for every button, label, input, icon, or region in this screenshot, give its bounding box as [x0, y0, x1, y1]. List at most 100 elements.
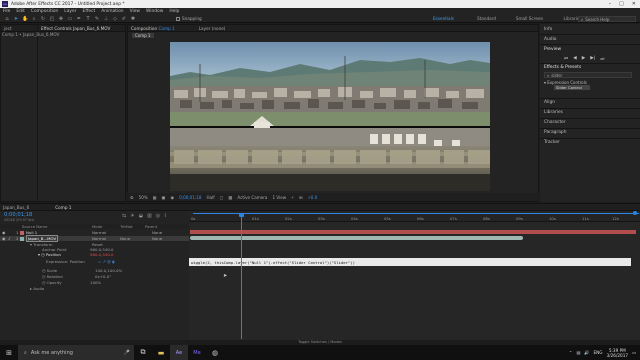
- clone-stamp-tool-icon[interactable]: ⊥: [103, 16, 109, 22]
- flowchart-icon[interactable]: ⊞: [299, 195, 302, 200]
- visibility-eye-icon[interactable]: ◉: [2, 236, 5, 241]
- shy-layers-icon[interactable]: ◒: [139, 213, 143, 219]
- home-icon[interactable]: ⌂: [4, 16, 10, 22]
- tab-project[interactable]: ject: [4, 26, 12, 31]
- menu-window[interactable]: Window: [146, 9, 163, 14]
- volume-icon[interactable]: 🔊: [584, 350, 589, 356]
- layer-mode-dropdown[interactable]: Normal: [92, 236, 106, 241]
- cortana-search-box[interactable]: ⌕ Ask me anything 🎤: [18, 345, 134, 360]
- opacity-property[interactable]: ◷ Opacity: [42, 280, 62, 285]
- composition-viewer[interactable]: [170, 42, 490, 191]
- menu-animation[interactable]: Animation: [101, 9, 123, 14]
- windows-start-icon[interactable]: ⊞: [0, 345, 18, 360]
- menu-layer[interactable]: Layer: [64, 9, 76, 14]
- col-trkmat[interactable]: TrkMat: [120, 224, 133, 229]
- views-dropdown[interactable]: 1 View: [272, 195, 286, 200]
- type-tool-icon[interactable]: T: [85, 16, 91, 22]
- frame-blending-icon[interactable]: ▥: [147, 213, 152, 219]
- opacity-value[interactable]: 100%: [90, 280, 101, 285]
- fast-preview-icon[interactable]: ⚡: [291, 195, 294, 200]
- panel-character[interactable]: Character: [544, 120, 566, 125]
- notifications-icon[interactable]: ▭: [632, 350, 636, 355]
- layer-label-color[interactable]: [20, 236, 24, 241]
- work-area-bar[interactable]: [193, 213, 639, 214]
- layer-row-footage[interactable]: ◉ ♪ 2 Japan_B...MOV Normal None None: [0, 235, 189, 242]
- effect-slider-control[interactable]: Slider Control: [554, 85, 590, 90]
- layer-trkmat-dropdown[interactable]: None: [120, 236, 130, 241]
- menu-composition[interactable]: Composition: [31, 9, 58, 14]
- close-icon[interactable]: ✕: [632, 1, 636, 7]
- expression-language-menu-icon[interactable]: ◐: [112, 259, 115, 264]
- layer-name[interactable]: Japan_B...MOV: [26, 235, 59, 242]
- camera-dropdown[interactable]: Active Camera: [237, 195, 267, 200]
- col-mode[interactable]: Mode: [92, 224, 102, 229]
- selection-tool-icon[interactable]: ➤: [13, 16, 19, 22]
- layer-parent-dropdown[interactable]: None: [152, 236, 162, 241]
- media-encoder-taskbar-icon[interactable]: Me: [188, 345, 206, 360]
- roi-icon[interactable]: ▢: [220, 195, 224, 200]
- layer-mode-dropdown[interactable]: Normal: [92, 230, 106, 235]
- position-property[interactable]: ▾ ◷ Position: [38, 252, 61, 257]
- composition-mini-flowchart-icon[interactable]: ⇆: [122, 213, 126, 219]
- minimize-icon[interactable]: –: [609, 1, 612, 7]
- panel-effects-presets[interactable]: Effects & Presets: [544, 65, 581, 70]
- panel-audio[interactable]: Audio: [544, 37, 556, 42]
- scale-property[interactable]: ◷ Scale: [42, 268, 57, 273]
- app-taskbar-icon[interactable]: ◍: [206, 345, 224, 360]
- region-icon[interactable]: ▣: [162, 195, 166, 200]
- snapshot-icon[interactable]: ◉: [171, 195, 175, 200]
- next-frame-icon[interactable]: ▶|: [590, 56, 595, 62]
- zoom-tool-icon[interactable]: ⌕: [31, 16, 37, 22]
- file-explorer-icon[interactable]: ▬: [152, 345, 170, 360]
- expression-editor-field[interactable]: wiggle(2, thisComp.layer("Null 1").effec…: [189, 258, 631, 266]
- resolution-dropdown[interactable]: Half: [206, 195, 214, 200]
- menu-view[interactable]: View: [130, 9, 140, 14]
- layer-label-color[interactable]: [20, 230, 24, 235]
- task-view-icon[interactable]: ⧉: [134, 345, 152, 360]
- panel-libraries[interactable]: Libraries: [544, 110, 563, 115]
- snapping-checkbox[interactable]: [176, 16, 180, 21]
- eraser-tool-icon[interactable]: ◇: [112, 16, 118, 22]
- visibility-eye-icon[interactable]: ◉: [2, 230, 5, 235]
- rectangle-tool-icon[interactable]: ▭: [67, 16, 73, 22]
- layer-bar-footage[interactable]: [190, 236, 523, 240]
- viewer-timecode[interactable]: 0;00;01;18: [179, 195, 201, 200]
- tab-timeline-comp[interactable]: Comp 1: [55, 205, 71, 210]
- panel-tracker[interactable]: Tracker: [544, 140, 560, 145]
- maximize-icon[interactable]: □: [619, 1, 624, 7]
- current-time-indicator[interactable]: [241, 213, 242, 339]
- always-preview-icon[interactable]: ⚙: [130, 195, 134, 200]
- menu-file[interactable]: File: [3, 9, 10, 14]
- tab-composition[interactable]: Composition Comp 1: [131, 26, 175, 31]
- menu-help[interactable]: Help: [169, 9, 179, 14]
- brush-tool-icon[interactable]: ✎: [94, 16, 100, 22]
- magnification-dropdown[interactable]: 50%: [139, 195, 148, 200]
- position-value[interactable]: 960.0,540.0: [90, 252, 114, 257]
- motion-blur-icon[interactable]: ◎: [156, 213, 160, 219]
- network-icon[interactable]: ▤: [576, 350, 580, 355]
- exposure-value[interactable]: +0.0: [307, 195, 317, 200]
- rotation-property[interactable]: ◷ Rotation: [42, 274, 63, 279]
- after-effects-taskbar-icon[interactable]: Ae: [170, 345, 188, 360]
- hand-tool-icon[interactable]: ✋: [22, 16, 28, 22]
- grid-icon[interactable]: ▦: [153, 195, 157, 200]
- search-help-field[interactable]: ⌕ Search Help: [578, 16, 636, 22]
- rotate-tool-icon[interactable]: ↻: [40, 16, 46, 22]
- transparency-grid-icon[interactable]: ▩: [229, 195, 233, 200]
- audio-group[interactable]: ▸ Audio: [30, 286, 44, 291]
- puppet-tool-icon[interactable]: ✱: [130, 16, 136, 22]
- play-icon[interactable]: ▶: [582, 56, 586, 62]
- first-frame-icon[interactable]: ⏮: [564, 56, 568, 62]
- workspace-essentials[interactable]: Essentials: [422, 16, 465, 21]
- draft-3d-icon[interactable]: ☀: [130, 213, 134, 219]
- expression-pickwhip-icon[interactable]: @: [107, 259, 111, 264]
- expression-enable-icon[interactable]: =: [98, 259, 101, 264]
- pan-behind-tool-icon[interactable]: ✥: [58, 16, 64, 22]
- comp-breadcrumb[interactable]: Comp 1: [132, 33, 154, 38]
- col-source-name[interactable]: Source Name: [22, 224, 47, 229]
- tab-layer[interactable]: Layer (none): [199, 26, 226, 31]
- zoom-slider-handle[interactable]: [633, 211, 637, 215]
- keyboard-language[interactable]: ENG: [594, 350, 603, 355]
- tab-effect-controls[interactable]: Effect Controls Japan_Bus_6.MOV: [41, 26, 110, 31]
- current-time-indicator-handle[interactable]: [239, 213, 244, 217]
